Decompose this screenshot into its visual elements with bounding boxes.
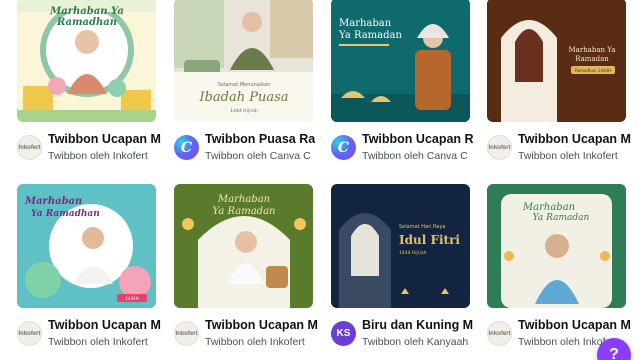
canva-logo-avatar[interactable]: C xyxy=(331,135,356,160)
creator-avatar[interactable]: Inkofert xyxy=(17,321,42,346)
art-subtitle: Selamat Hari Raya xyxy=(399,224,446,230)
twibbon-art: Marhaban Ya Ramadan Ramadhan 1444H xyxy=(487,0,626,122)
twibbon-art: Marhaban Ya Ramadan xyxy=(331,0,470,122)
template-title[interactable]: Biru dan Kuning M xyxy=(362,318,487,332)
art-title-2: Ramadan xyxy=(575,55,609,63)
template-author[interactable]: Twibbon oleh Inkofert xyxy=(48,336,173,348)
template-author[interactable]: Twibbon oleh Inkofert xyxy=(48,150,173,162)
template-author[interactable]: Twibbon oleh Inkofert xyxy=(205,336,330,348)
template-author[interactable]: Twibbon oleh Canva C xyxy=(362,150,487,162)
template-thumbnail[interactable]: Marhaban Ya Ramadhan xyxy=(17,0,156,122)
template-author[interactable]: Twibbon oleh Kanyaah xyxy=(362,336,487,348)
template-thumbnail[interactable]: Marhaban Ya Ramadhan 1444H xyxy=(17,184,156,308)
template-title[interactable]: Twibbon Ucapan M xyxy=(48,318,173,332)
art-title: Marhaban xyxy=(24,196,82,207)
twibbon-art: Marhaban Ya Ramadhan xyxy=(17,0,156,122)
template-title[interactable]: Twibbon Ucapan M xyxy=(518,132,640,146)
twibbon-art: Marhaban Ya Ramadan xyxy=(487,184,626,308)
template-thumbnail[interactable]: Marhaban Ya Ramadan xyxy=(487,184,626,308)
art-title: Marhaban xyxy=(339,18,392,29)
art-title-2: Ya Ramadan xyxy=(213,206,276,217)
creator-avatar[interactable]: Inkofert xyxy=(487,321,512,346)
art-title-2: Ya Ramadan xyxy=(338,30,402,41)
canva-logo-avatar[interactable]: C xyxy=(174,135,199,160)
art-title: Marhaban Ya xyxy=(568,46,615,54)
template-thumbnail[interactable]: Selamat Hari Raya Idul Fitri 1444 Hijria… xyxy=(331,184,470,308)
template-thumbnail[interactable]: Marhaban Ya Ramadan xyxy=(331,0,470,122)
template-author[interactable]: Twibbon oleh Inkofert xyxy=(518,150,640,162)
template-thumbnail[interactable]: Marhaban Ya Ramadan Ramadhan 1444H xyxy=(487,0,626,122)
template-thumbnail[interactable]: Selamat Menunaikan Ibadah Puasa 1444 Hij… xyxy=(174,0,313,122)
art-title: Marhaban xyxy=(522,202,575,213)
art-subtitle: Selamat Menunaikan xyxy=(218,82,271,88)
art-year: 1444 Hijriah xyxy=(230,108,258,114)
art-title: Idul Fitri xyxy=(399,233,460,247)
art-title-2: Ya Ramadan xyxy=(533,213,590,223)
art-title-2: Ramadhan xyxy=(56,17,117,28)
art-title-2: Ya Ramadhan xyxy=(31,209,100,219)
creator-avatar[interactable]: Inkofert xyxy=(17,135,42,160)
template-title[interactable]: Twibbon Puasa Ra xyxy=(205,132,330,146)
template-title[interactable]: Twibbon Ucapan M xyxy=(518,318,640,332)
art-year: 1444 Hijriah xyxy=(399,250,427,256)
art-title: Marhaban Ya xyxy=(49,6,124,17)
art-title: Marhaban xyxy=(217,194,270,205)
twibbon-art: Marhaban Ya Ramadan xyxy=(174,184,313,308)
twibbon-art: Selamat Hari Raya Idul Fitri 1444 Hijria… xyxy=(331,184,470,308)
template-title[interactable]: Twibbon Ucapan M xyxy=(205,318,330,332)
template-thumbnail[interactable]: Marhaban Ya Ramadan xyxy=(174,184,313,308)
creator-avatar[interactable]: KS xyxy=(331,321,356,346)
template-title[interactable]: Twibbon Ucapan R xyxy=(362,132,487,146)
art-tag: Ramadhan 1444H xyxy=(575,68,611,73)
art-title: Ibadah Puasa xyxy=(198,90,288,105)
art-year: 1444H xyxy=(125,296,138,301)
creator-avatar[interactable]: Inkofert xyxy=(174,321,199,346)
template-author[interactable]: Twibbon oleh Canva C xyxy=(205,150,330,162)
template-title[interactable]: Twibbon Ucapan M xyxy=(48,132,173,146)
twibbon-art: Selamat Menunaikan Ibadah Puasa 1444 Hij… xyxy=(174,0,313,122)
twibbon-art: Marhaban Ya Ramadhan 1444H xyxy=(17,184,156,308)
creator-avatar[interactable]: Inkofert xyxy=(487,135,512,160)
